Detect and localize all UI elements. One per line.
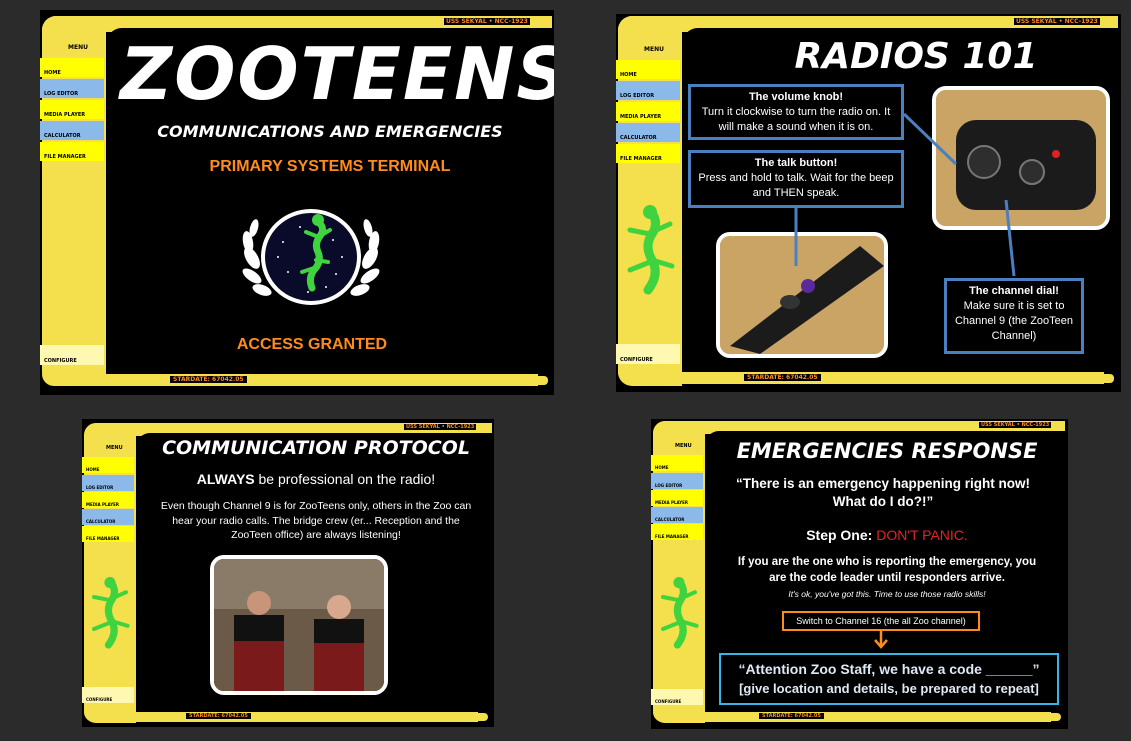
headline: ALWAYS be professional on the radio! xyxy=(196,471,436,487)
slide-radios-101: USS SEKYAL • NCC-1923 STARDATE: 67042.05… xyxy=(616,14,1121,392)
body-text: Even though Channel 9 is for ZooTeens on… xyxy=(160,500,472,542)
federation-gecko-emblem xyxy=(238,202,384,312)
menu-file-manager[interactable]: FILE MANAGER xyxy=(82,526,134,542)
radio-script-box: “Attention Zoo Staff, we have a code ___… xyxy=(719,653,1059,705)
menu-home[interactable]: HOME xyxy=(651,455,703,471)
menu-media-player[interactable]: MEDIA PLAYER xyxy=(40,100,104,119)
menu-configure[interactable]: CONFIGURE xyxy=(40,345,104,365)
slide-subtitle: COMMUNICATIONS AND EMERGENCIES xyxy=(157,122,503,141)
menu-home[interactable]: HOME xyxy=(40,58,104,77)
menu-log-editor[interactable]: LOG EDITOR xyxy=(40,79,104,98)
menu-file-manager[interactable]: FILE MANAGER xyxy=(40,142,104,161)
slide-main-title: ZOOTEENS xyxy=(120,32,554,116)
menu-log-editor[interactable]: LOG EDITOR xyxy=(82,475,134,491)
menu-label: MENU xyxy=(106,445,123,451)
callout-arrows xyxy=(794,112,1016,277)
slide-emergencies-response: USS SEKYAL • NCC-1923 STARDATE: 67042.05… xyxy=(651,419,1068,729)
stardate: STARDATE: 67042.05 xyxy=(759,713,824,719)
menu-media-player[interactable]: MEDIA PLAYER xyxy=(82,492,134,508)
emergency-quote: “There is an emergency happening right n… xyxy=(735,476,1031,509)
slide-communication-protocol: USS SEKYAL • NCC-1923 STARDATE: 67042.05… xyxy=(82,419,494,727)
step-one: Step One: DON'T PANIC. xyxy=(806,527,968,543)
gecko-icon xyxy=(655,575,703,651)
lcars-bottom-bar xyxy=(42,374,538,386)
slide-main-title: COMMUNICATION PROTOCOL xyxy=(162,437,470,459)
menu-log-editor[interactable]: LOG EDITOR xyxy=(651,473,703,489)
menu-media-player[interactable]: MEDIA PLAYER xyxy=(651,490,703,506)
menu-configure[interactable]: CONFIGURE xyxy=(651,689,703,705)
attention-text: “Attention Zoo Staff, we have a code ___… xyxy=(738,661,1040,677)
stardate: STARDATE: 67042.05 xyxy=(170,376,247,383)
ship-name: USS SEKYAL • NCC-1923 xyxy=(404,424,477,430)
terminal-label: PRIMARY SYSTEMS TERMINAL xyxy=(209,158,451,175)
ship-name: USS SEKYAL • NCC-1923 xyxy=(979,422,1052,428)
slide-title: USS SEKYAL • NCC-1923 STARDATE: 67042.05… xyxy=(40,10,554,395)
menu-calculator[interactable]: CALCULATOR xyxy=(651,507,703,523)
bridge-crew-photo xyxy=(210,555,388,695)
stardate: STARDATE: 67042.05 xyxy=(186,713,251,719)
down-arrow-icon xyxy=(873,631,889,649)
menu-calculator[interactable]: CALCULATOR xyxy=(82,509,134,525)
slide-main-title: EMERGENCIES RESPONSE xyxy=(736,439,1038,463)
code-leader-text: If you are the one who is reporting the … xyxy=(737,556,1037,584)
menu-calculator[interactable]: CALCULATOR xyxy=(40,121,104,140)
encouragement-text: It's ok, you've got this. Time to use th… xyxy=(788,589,986,599)
switch-channel-box: Switch to Channel 16 (the all Zoo channe… xyxy=(782,611,980,631)
menu-label: MENU xyxy=(68,44,88,51)
ship-name: USS SEKYAL • NCC-1923 xyxy=(444,18,530,25)
location-text: [give location and details, be prepared … xyxy=(739,681,1039,696)
menu-home[interactable]: HOME xyxy=(82,457,134,473)
gecko-icon xyxy=(86,575,134,651)
access-status: ACCESS GRANTED xyxy=(236,336,388,353)
menu-label: MENU xyxy=(675,443,692,449)
menu-configure[interactable]: CONFIGURE xyxy=(82,687,134,703)
menu-file-manager[interactable]: FILE MANAGER xyxy=(651,524,703,540)
